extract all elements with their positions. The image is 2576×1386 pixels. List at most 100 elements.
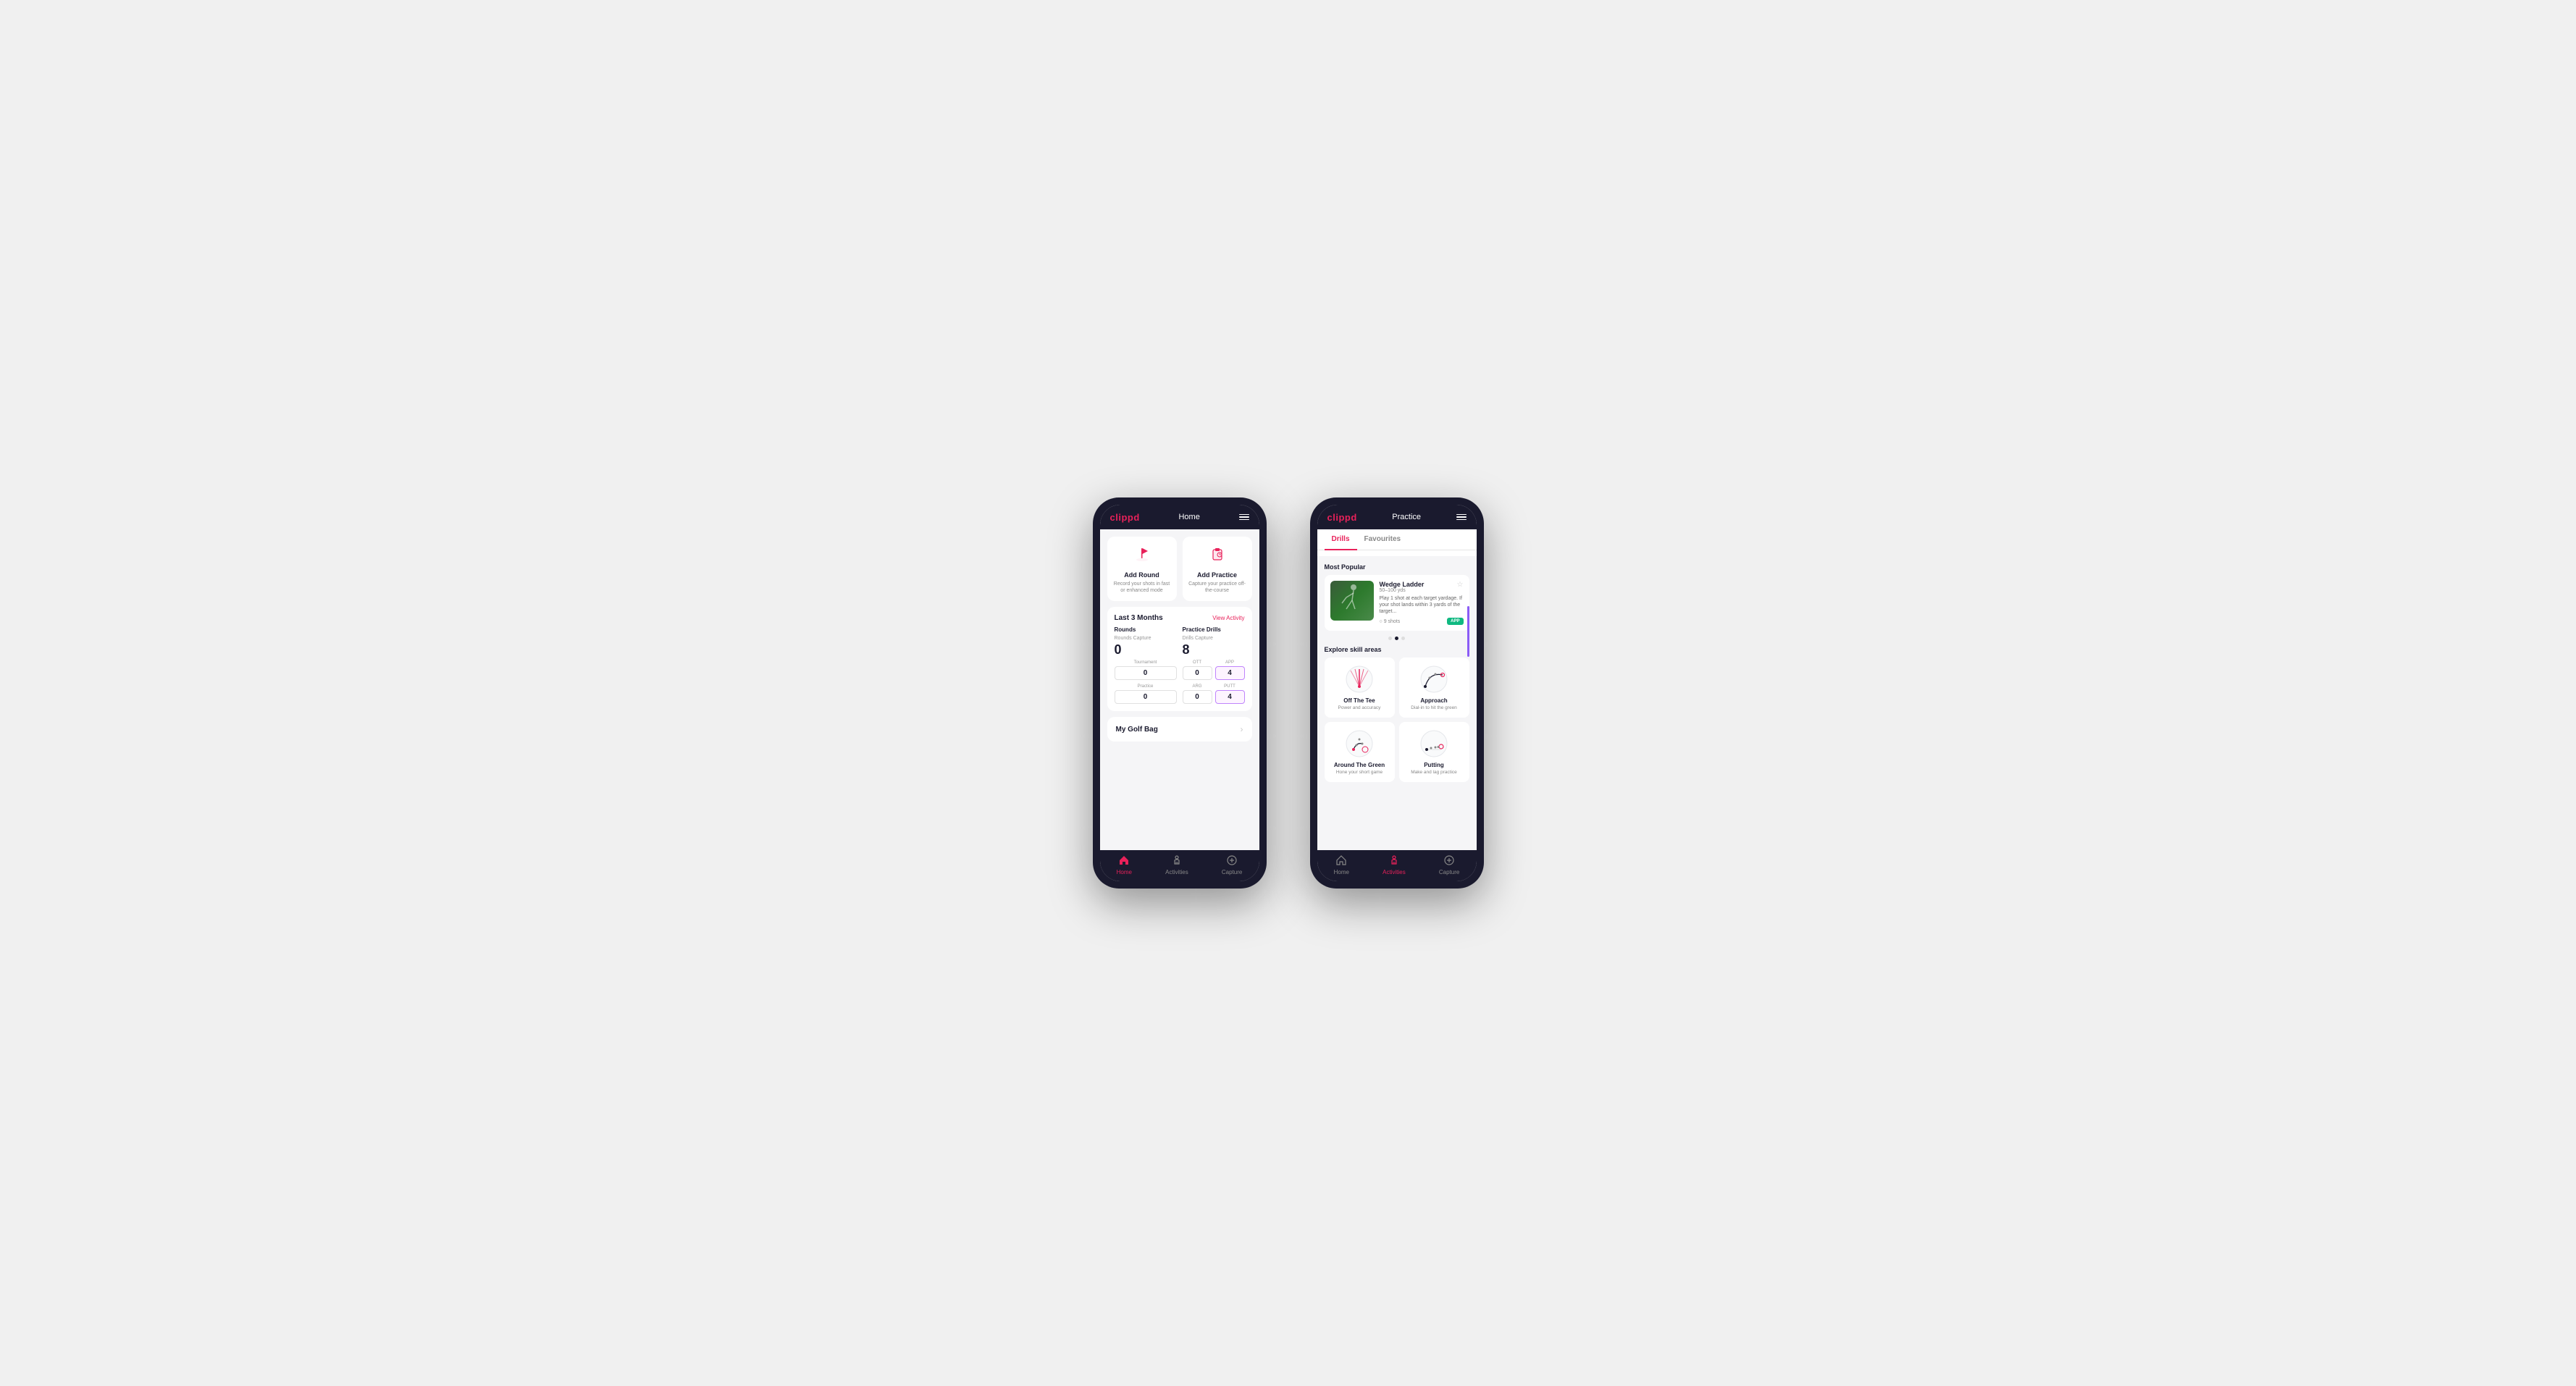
nav-home-label-2: Home [1334, 869, 1349, 875]
practice-value: 0 [1115, 690, 1177, 704]
shots-count: 9 shots [1384, 619, 1401, 624]
phone-2: clippd Practice Drills Favourites Most P… [1310, 497, 1484, 889]
rounds-capture-value: 0 [1115, 642, 1177, 658]
action-cards: Add Round Record your shots in fast or e… [1107, 537, 1252, 601]
nav-activities-label-2: Activities [1383, 869, 1406, 875]
add-practice-title: Add Practice [1197, 571, 1237, 579]
activities-icon-2 [1388, 854, 1400, 868]
drills-capture-label: Drills Capture [1183, 636, 1245, 641]
arg-label: ARG [1183, 684, 1212, 689]
drill-yards: 50–100 yds [1380, 588, 1464, 593]
home-icon-1 [1118, 854, 1130, 868]
skill-atg[interactable]: Around The Green Hone your short game [1325, 722, 1395, 782]
app-value: 4 [1215, 666, 1245, 680]
content-2: Most Popular Wedge Ladder 50–100 y [1317, 556, 1477, 850]
logo-2: clippd [1327, 512, 1357, 523]
skill-ott-name: Off The Tee [1343, 697, 1375, 704]
nav-activities-label-1: Activities [1165, 869, 1188, 875]
arg-value: 0 [1183, 690, 1212, 704]
rounds-section: Rounds Rounds Capture 0 Tournament 0 Pra… [1115, 626, 1177, 704]
flag-icon [1132, 544, 1152, 568]
nav-activities-2[interactable]: Activities [1383, 854, 1406, 875]
ott-value: 0 [1183, 666, 1212, 680]
tab-favourites[interactable]: Favourites [1357, 529, 1409, 550]
nav-activities-1[interactable]: Activities [1165, 854, 1188, 875]
bottom-nav-2: Home Activities [1317, 850, 1477, 881]
nav-capture-label-1: Capture [1222, 869, 1242, 875]
shots-icon: ○ [1380, 619, 1383, 624]
menu-button-2[interactable] [1456, 514, 1467, 521]
rounds-title: Rounds [1115, 626, 1177, 633]
stats-card: Last 3 Months View Activity Rounds Round… [1107, 607, 1252, 711]
most-popular-label: Most Popular [1325, 563, 1469, 571]
drills-capture-value: 8 [1183, 642, 1245, 658]
tabs-row: Drills Favourites [1317, 529, 1477, 550]
dot-3 [1401, 637, 1405, 640]
ott-label: OTT [1183, 660, 1212, 665]
skill-ott-desc: Power and accuracy [1338, 705, 1381, 710]
skill-atg-desc: Hone your short game [1336, 770, 1383, 775]
tab-drills[interactable]: Drills [1325, 529, 1357, 550]
add-round-title: Add Round [1124, 571, 1159, 579]
skill-approach-name: Approach [1420, 697, 1447, 704]
skill-approach[interactable]: Approach Dial-in to hit the green [1399, 658, 1469, 718]
add-round-card[interactable]: Add Round Record your shots in fast or e… [1107, 537, 1177, 601]
top-bar-1: clippd Home [1100, 505, 1259, 529]
nav-capture-label-2: Capture [1439, 869, 1459, 875]
drill-shots: ○ 9 shots [1380, 619, 1401, 624]
skill-atg-name: Around The Green [1334, 762, 1385, 768]
drill-info: Wedge Ladder 50–100 yds Play 1 shot at e… [1380, 581, 1464, 625]
nav-home-2[interactable]: Home [1334, 854, 1349, 875]
skill-putting-name: Putting [1424, 762, 1444, 768]
app-label: APP [1215, 660, 1245, 665]
putt-label: PUTT [1215, 684, 1245, 689]
putt-value: 4 [1215, 690, 1245, 704]
bottom-nav-1: Home Activities [1100, 850, 1259, 881]
page-title-2: Practice [1392, 513, 1421, 521]
dot-2 [1395, 637, 1398, 640]
star-icon[interactable]: ☆ [1457, 581, 1464, 589]
page-title-1: Home [1178, 513, 1199, 521]
drills-section: Practice Drills Drills Capture 8 OTT 0 A… [1183, 626, 1245, 704]
nav-capture-2[interactable]: Capture [1439, 854, 1459, 875]
content-1: Add Round Record your shots in fast or e… [1100, 529, 1259, 850]
home-icon-2 [1335, 854, 1347, 868]
golf-bag-row[interactable]: My Golf Bag › [1107, 717, 1252, 742]
phone-1: clippd Home Add Rou [1093, 497, 1267, 889]
top-bar-2: clippd Practice [1317, 505, 1477, 529]
add-round-desc: Record your shots in fast or enhanced mo… [1113, 581, 1171, 594]
explore-label: Explore skill areas [1325, 646, 1469, 653]
skill-grid: Off The Tee Power and accuracy [1325, 658, 1469, 782]
clipboard-icon [1207, 544, 1228, 568]
nav-home-label-1: Home [1117, 869, 1132, 875]
practice-label: Practice [1115, 684, 1177, 689]
drill-name: Wedge Ladder [1380, 581, 1464, 588]
tournament-label: Tournament [1115, 660, 1177, 665]
logo-1: clippd [1110, 512, 1140, 523]
dot-1 [1388, 637, 1392, 640]
menu-button-1[interactable] [1239, 514, 1249, 521]
golf-bag-label: My Golf Bag [1116, 726, 1158, 734]
drill-description: Play 1 shot at each target yardage. If y… [1380, 595, 1464, 615]
drill-thumbnail [1330, 581, 1374, 621]
skill-putting-desc: Make and lag practice [1411, 770, 1457, 775]
capture-icon-2 [1443, 854, 1455, 868]
tournament-value: 0 [1115, 666, 1177, 680]
chevron-right-icon: › [1241, 724, 1243, 734]
app-badge: APP [1447, 618, 1463, 625]
skill-off-tee[interactable]: Off The Tee Power and accuracy [1325, 658, 1395, 718]
stats-section-title: Last 3 Months [1115, 614, 1163, 622]
carousel-dots [1325, 637, 1469, 640]
add-practice-desc: Capture your practice off-the-course [1188, 581, 1246, 594]
view-activity-link[interactable]: View Activity [1212, 615, 1244, 621]
drills-title: Practice Drills [1183, 626, 1245, 633]
skill-approach-desc: Dial-in to hit the green [1411, 705, 1457, 710]
rounds-capture-label: Rounds Capture [1115, 636, 1177, 641]
skill-putting[interactable]: Putting Make and lag practice [1399, 722, 1469, 782]
nav-capture-1[interactable]: Capture [1222, 854, 1242, 875]
nav-home-1[interactable]: Home [1117, 854, 1132, 875]
capture-icon-1 [1226, 854, 1238, 868]
add-practice-card[interactable]: Add Practice Capture your practice off-t… [1183, 537, 1252, 601]
activities-icon-1 [1171, 854, 1183, 868]
drill-card[interactable]: Wedge Ladder 50–100 yds Play 1 shot at e… [1325, 575, 1469, 631]
